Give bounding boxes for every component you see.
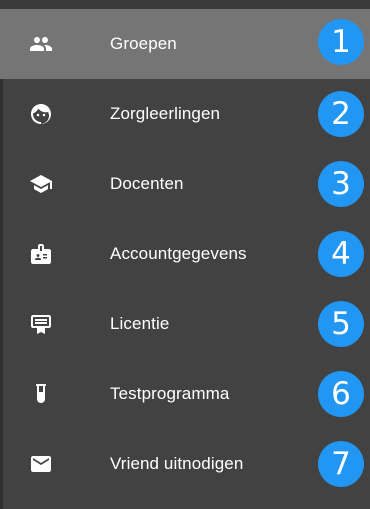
step-badge: 2 bbox=[318, 91, 364, 137]
step-badge: 1 bbox=[318, 19, 364, 65]
menu-item-label: Docenten bbox=[110, 174, 184, 193]
mail-icon bbox=[29, 452, 53, 476]
step-badge: 3 bbox=[318, 161, 364, 207]
menu-item-vriend-uitnodigen[interactable]: Vriend uitnodigen 7 bbox=[0, 429, 370, 499]
child-face-icon bbox=[29, 102, 53, 126]
menu-item-licentie[interactable]: Licentie 5 bbox=[0, 289, 370, 359]
sidebar-frame: Groepen 1 Zorgleerlingen 2 Docenten 3 Ac… bbox=[0, 0, 370, 509]
top-divider bbox=[0, 0, 370, 9]
account-badge-icon bbox=[29, 242, 53, 266]
menu-item-label: Vriend uitnodigen bbox=[110, 454, 244, 473]
menu-item-label: Accountgegevens bbox=[110, 244, 247, 263]
menu-item-label: Testprogramma bbox=[110, 384, 230, 403]
group-icon bbox=[29, 32, 53, 56]
sidebar-menu: Groepen 1 Zorgleerlingen 2 Docenten 3 Ac… bbox=[0, 9, 370, 499]
certificate-icon bbox=[29, 312, 53, 336]
menu-item-label: Groepen bbox=[110, 34, 177, 53]
menu-item-label: Licentie bbox=[110, 314, 170, 333]
menu-item-accountgegevens[interactable]: Accountgegevens 4 bbox=[0, 219, 370, 289]
menu-item-docenten[interactable]: Docenten 3 bbox=[0, 149, 370, 219]
test-tube-icon bbox=[29, 382, 53, 406]
menu-item-testprogramma[interactable]: Testprogramma 6 bbox=[0, 359, 370, 429]
step-badge: 7 bbox=[318, 441, 364, 487]
graduation-cap-icon bbox=[29, 172, 53, 196]
step-badge: 5 bbox=[318, 301, 364, 347]
menu-item-label: Zorgleerlingen bbox=[110, 104, 221, 123]
step-badge: 4 bbox=[318, 231, 364, 277]
step-badge: 6 bbox=[318, 371, 364, 417]
menu-item-groepen[interactable]: Groepen 1 bbox=[0, 9, 370, 79]
menu-item-zorgleerlingen[interactable]: Zorgleerlingen 2 bbox=[0, 79, 370, 149]
